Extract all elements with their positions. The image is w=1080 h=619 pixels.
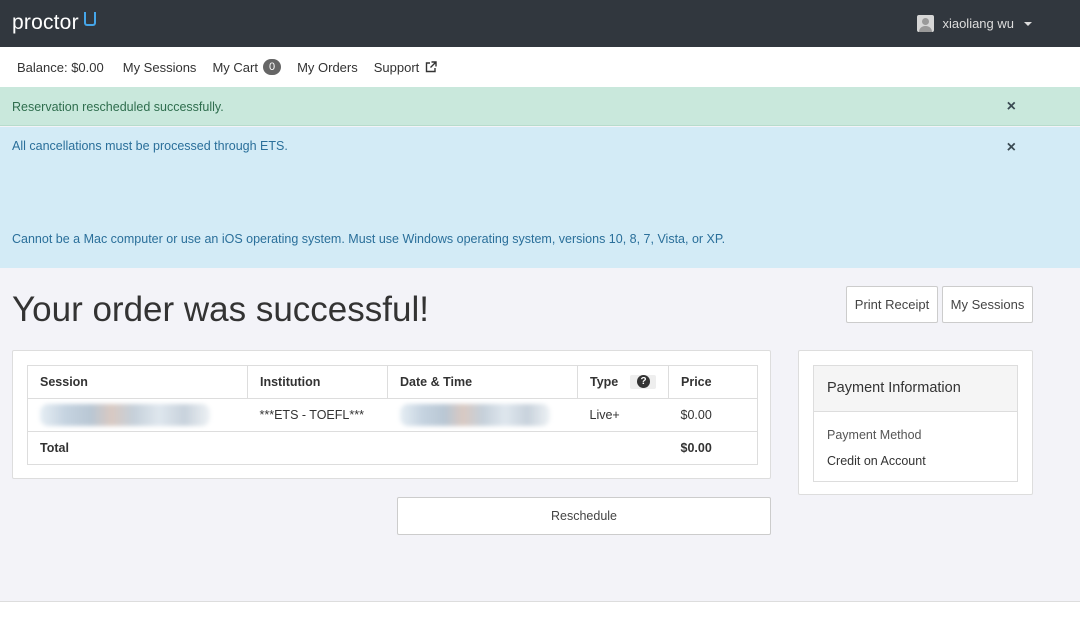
session-cell bbox=[27, 398, 248, 432]
page-title: Your order was successful! bbox=[12, 290, 429, 329]
nav-my-cart[interactable]: My Cart 0 bbox=[212, 59, 282, 75]
total-label: Total bbox=[27, 431, 248, 465]
order-table: Session Institution Date & Time Type Pri… bbox=[27, 365, 758, 465]
institution-cell: ***ETS - TOEFL*** bbox=[247, 398, 388, 432]
nav-my-sessions[interactable]: My Sessions bbox=[123, 60, 197, 75]
print-receipt-button[interactable]: Print Receipt bbox=[846, 286, 938, 323]
payment-method-value: Credit on Account bbox=[827, 454, 926, 468]
total-value: $0.00 bbox=[668, 431, 758, 465]
payment-title: Payment Information bbox=[814, 366, 1017, 412]
type-cell: Live+ bbox=[577, 398, 669, 432]
nav-my-orders[interactable]: My Orders bbox=[297, 60, 358, 75]
payment-info-box: Payment Information Payment Method Credi… bbox=[813, 365, 1018, 482]
column-header-price: Price bbox=[668, 365, 758, 399]
logo-text: proctor bbox=[12, 11, 79, 34]
balance-text: Balance: $0.00 bbox=[17, 59, 104, 75]
chevron-down-icon bbox=[1024, 21, 1032, 26]
footer bbox=[0, 601, 1080, 619]
user-menu[interactable]: xiaoliang wu bbox=[917, 15, 1032, 32]
column-header-session: Session bbox=[27, 365, 248, 399]
close-icon[interactable]: × bbox=[1007, 98, 1016, 116]
success-message: Reservation rescheduled successfully. bbox=[12, 100, 224, 114]
top-bar: proctor xiaoliang wu bbox=[0, 0, 1080, 47]
user-name: xiaoliang wu bbox=[942, 16, 1014, 31]
proctor-logo[interactable]: proctor bbox=[12, 11, 96, 35]
payment-panel: Payment Information Payment Method Credi… bbox=[798, 350, 1033, 495]
table-row: ***ETS - TOEFL*** Live+ $0.00 bbox=[27, 398, 758, 432]
logo-mark-icon bbox=[84, 12, 96, 26]
total-row: Total $0.00 bbox=[27, 431, 758, 465]
help-icon[interactable] bbox=[630, 375, 656, 389]
info-alert: All cancellations must be processed thro… bbox=[0, 127, 1080, 268]
nav-support-label: Support bbox=[373, 59, 420, 75]
my-sessions-button[interactable]: My Sessions bbox=[942, 286, 1033, 323]
nav-support[interactable]: Support bbox=[374, 60, 438, 75]
reschedule-button[interactable]: Reschedule bbox=[397, 497, 771, 535]
success-alert: Reservation rescheduled successfully. × bbox=[0, 87, 1080, 126]
external-link-icon bbox=[426, 61, 437, 73]
order-summary-panel: Session Institution Date & Time Type Pri… bbox=[12, 350, 771, 479]
payment-method-label: Payment Method bbox=[827, 428, 922, 442]
nav-my-cart-label: My Cart bbox=[212, 59, 258, 75]
column-header-institution: Institution bbox=[247, 365, 388, 399]
info-message-cancellations: All cancellations must be processed thro… bbox=[12, 139, 288, 153]
nav-bar: Balance: $0.00 My Sessions My Cart 0 My … bbox=[0, 47, 1080, 87]
date-time-cell bbox=[387, 398, 578, 432]
redacted-session bbox=[40, 404, 210, 426]
column-header-date-time: Date & Time bbox=[387, 365, 578, 399]
column-header-type: Type bbox=[577, 365, 669, 399]
column-header-type-label: Type bbox=[590, 375, 619, 389]
avatar-icon bbox=[917, 15, 935, 32]
price-cell: $0.00 bbox=[668, 398, 758, 432]
close-icon[interactable]: × bbox=[1007, 139, 1016, 157]
table-header-row: Session Institution Date & Time Type Pri… bbox=[27, 365, 758, 399]
redacted-date-time bbox=[399, 404, 550, 426]
info-message-system-requirements: Cannot be a Mac computer or use an iOS o… bbox=[12, 232, 726, 246]
cart-count-badge: 0 bbox=[262, 59, 282, 75]
